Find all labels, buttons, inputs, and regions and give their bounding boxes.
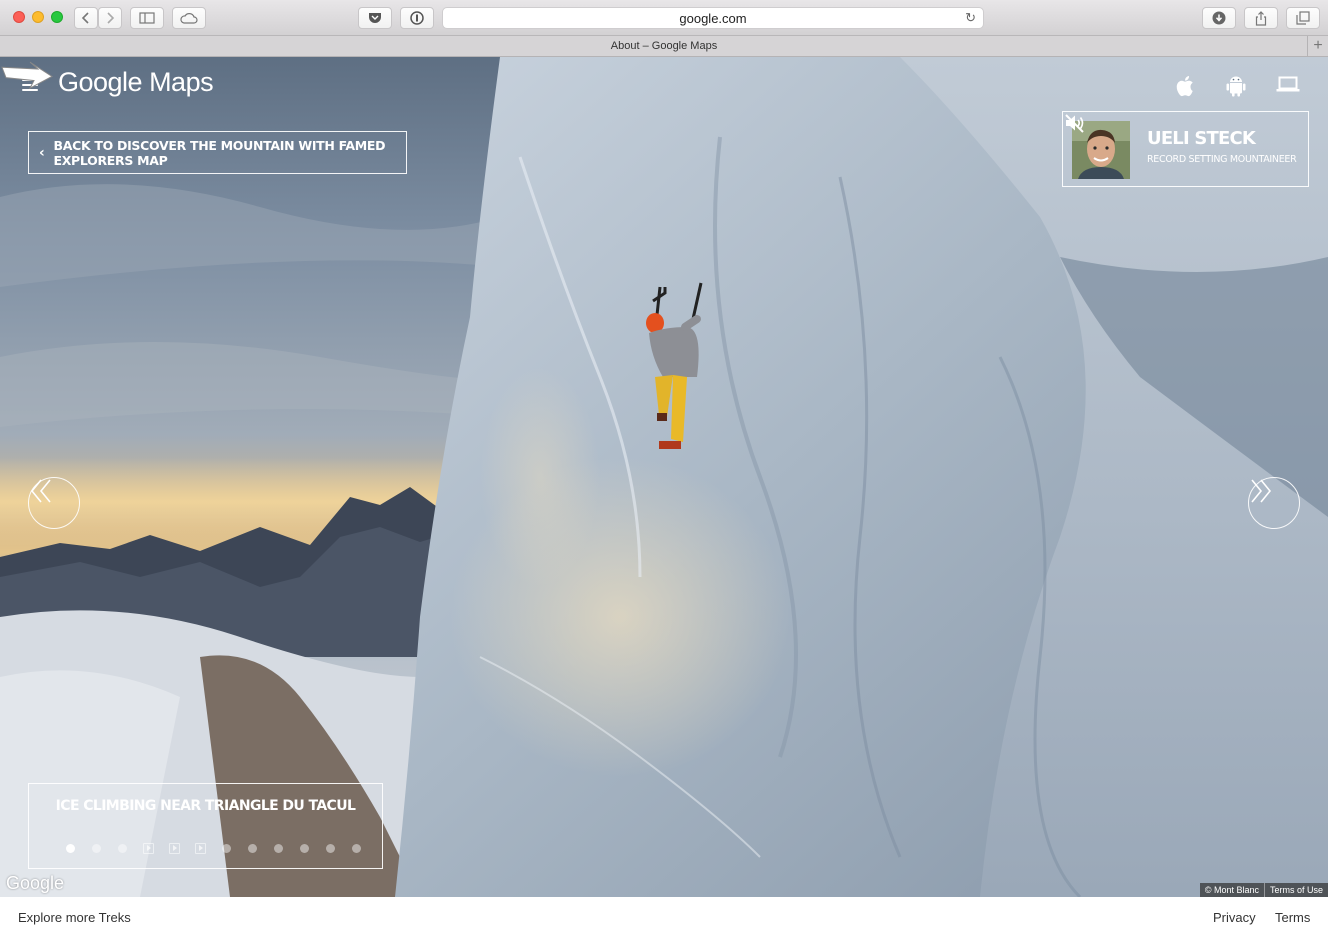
map-attribution: © Mont Blanc Terms of Use bbox=[1199, 883, 1328, 897]
chevron-left-icon bbox=[81, 12, 89, 24]
dot-icon bbox=[299, 843, 309, 853]
play-icon bbox=[142, 842, 154, 854]
street-view-move-arrow[interactable] bbox=[0, 57, 54, 89]
street-view-panorama[interactable]: Google Maps ‹ BACK TO DISCOVER THE MOUNT… bbox=[0, 57, 1328, 897]
pocket-button[interactable] bbox=[358, 7, 392, 29]
dot-icon bbox=[273, 843, 283, 853]
download-icon bbox=[1212, 11, 1226, 25]
play-icon bbox=[168, 842, 180, 854]
scene-pagination bbox=[57, 841, 369, 855]
chevron-left-icon: ‹ bbox=[39, 144, 45, 161]
copyright-text: © Mont Blanc bbox=[1199, 883, 1264, 897]
scene-dot[interactable] bbox=[239, 841, 265, 855]
android-icon[interactable] bbox=[1226, 75, 1250, 99]
scene-dot[interactable] bbox=[83, 841, 109, 855]
explorer-profile-card[interactable]: UELI STECK RECORD SETTING MOUNTAINEER bbox=[1062, 111, 1309, 187]
volume-muted-icon[interactable] bbox=[1063, 112, 1085, 134]
icloud-tabs-button[interactable] bbox=[172, 7, 206, 29]
new-tab-button[interactable]: + bbox=[1307, 36, 1328, 56]
scene-dot[interactable] bbox=[109, 841, 135, 855]
show-all-tabs-button[interactable] bbox=[1286, 7, 1320, 29]
previous-scene-button[interactable] bbox=[28, 477, 80, 529]
active-tab-title[interactable]: About – Google Maps bbox=[611, 40, 717, 52]
google-watermark: Google bbox=[6, 873, 65, 893]
double-chevron-left-icon bbox=[30, 479, 51, 503]
play-icon bbox=[194, 842, 206, 854]
share-icon bbox=[1255, 10, 1267, 26]
terms-of-use-link[interactable]: Terms of Use bbox=[1263, 883, 1328, 897]
dot-icon bbox=[325, 843, 335, 853]
scene-video-dot[interactable] bbox=[161, 841, 187, 855]
dot-icon bbox=[351, 843, 361, 853]
scene-dot[interactable] bbox=[317, 841, 343, 855]
cloud-icon bbox=[180, 13, 198, 24]
password-manager-button[interactable] bbox=[400, 7, 434, 29]
privacy-link[interactable]: Privacy bbox=[1213, 910, 1256, 925]
forward-nav-button[interactable] bbox=[98, 7, 122, 29]
scene-title: ICE CLIMBING NEAR TRIANGLE DU TACUL bbox=[55, 798, 356, 814]
1password-icon bbox=[410, 11, 424, 25]
back-nav-button[interactable] bbox=[74, 7, 98, 29]
pocket-icon bbox=[369, 13, 381, 23]
explore-treks-link[interactable]: Explore more Treks bbox=[18, 910, 131, 925]
url-text: google.com bbox=[679, 10, 747, 26]
google-maps-logo[interactable]: Google Maps bbox=[58, 67, 214, 98]
browser-toolbar: google.com ↻ bbox=[0, 0, 1328, 36]
tabs-overview-icon bbox=[1296, 11, 1310, 25]
scene-video-dot[interactable] bbox=[187, 841, 213, 855]
terms-link[interactable]: Terms bbox=[1275, 910, 1310, 925]
dot-icon bbox=[117, 843, 127, 853]
sidebar-button[interactable] bbox=[130, 7, 164, 29]
close-window-button[interactable] bbox=[13, 11, 25, 23]
address-bar[interactable]: google.com ↻ bbox=[442, 7, 984, 29]
zoom-window-button[interactable] bbox=[51, 11, 63, 23]
scene-dot[interactable] bbox=[213, 841, 239, 855]
back-to-map-label: BACK TO DISCOVER THE MOUNTAIN WITH FAMED… bbox=[53, 137, 386, 168]
scene-video-dot[interactable] bbox=[135, 841, 161, 855]
page-footer: Explore more Treks Privacy Terms bbox=[0, 897, 1328, 936]
apple-icon[interactable] bbox=[1176, 75, 1200, 99]
scene-dot[interactable] bbox=[291, 841, 317, 855]
reload-icon[interactable]: ↻ bbox=[965, 10, 976, 26]
chevron-right-icon bbox=[107, 12, 115, 24]
explorer-role: RECORD SETTING MOUNTAINEER bbox=[1147, 154, 1297, 165]
tab-bar: About – Google Maps + bbox=[0, 36, 1328, 57]
downloads-button[interactable] bbox=[1202, 7, 1236, 29]
scene-dot[interactable] bbox=[265, 841, 291, 855]
laptop-icon[interactable] bbox=[1276, 75, 1300, 99]
explorer-name: UELI STECK bbox=[1147, 128, 1256, 149]
scene-caption-card: ICE CLIMBING NEAR TRIANGLE DU TACUL bbox=[28, 783, 383, 869]
dot-icon bbox=[221, 843, 231, 853]
dot-icon bbox=[65, 843, 75, 853]
scene-dot[interactable] bbox=[57, 841, 83, 855]
minimize-window-button[interactable] bbox=[32, 11, 44, 23]
sidebar-icon bbox=[139, 12, 155, 24]
dot-icon bbox=[247, 843, 257, 853]
back-to-map-button[interactable]: ‹ BACK TO DISCOVER THE MOUNTAIN WITH FAM… bbox=[28, 131, 407, 174]
next-scene-button[interactable] bbox=[1248, 477, 1300, 529]
double-chevron-right-icon bbox=[1251, 479, 1272, 503]
dot-icon bbox=[91, 843, 101, 853]
share-button[interactable] bbox=[1244, 7, 1278, 29]
scene-dot[interactable] bbox=[343, 841, 369, 855]
